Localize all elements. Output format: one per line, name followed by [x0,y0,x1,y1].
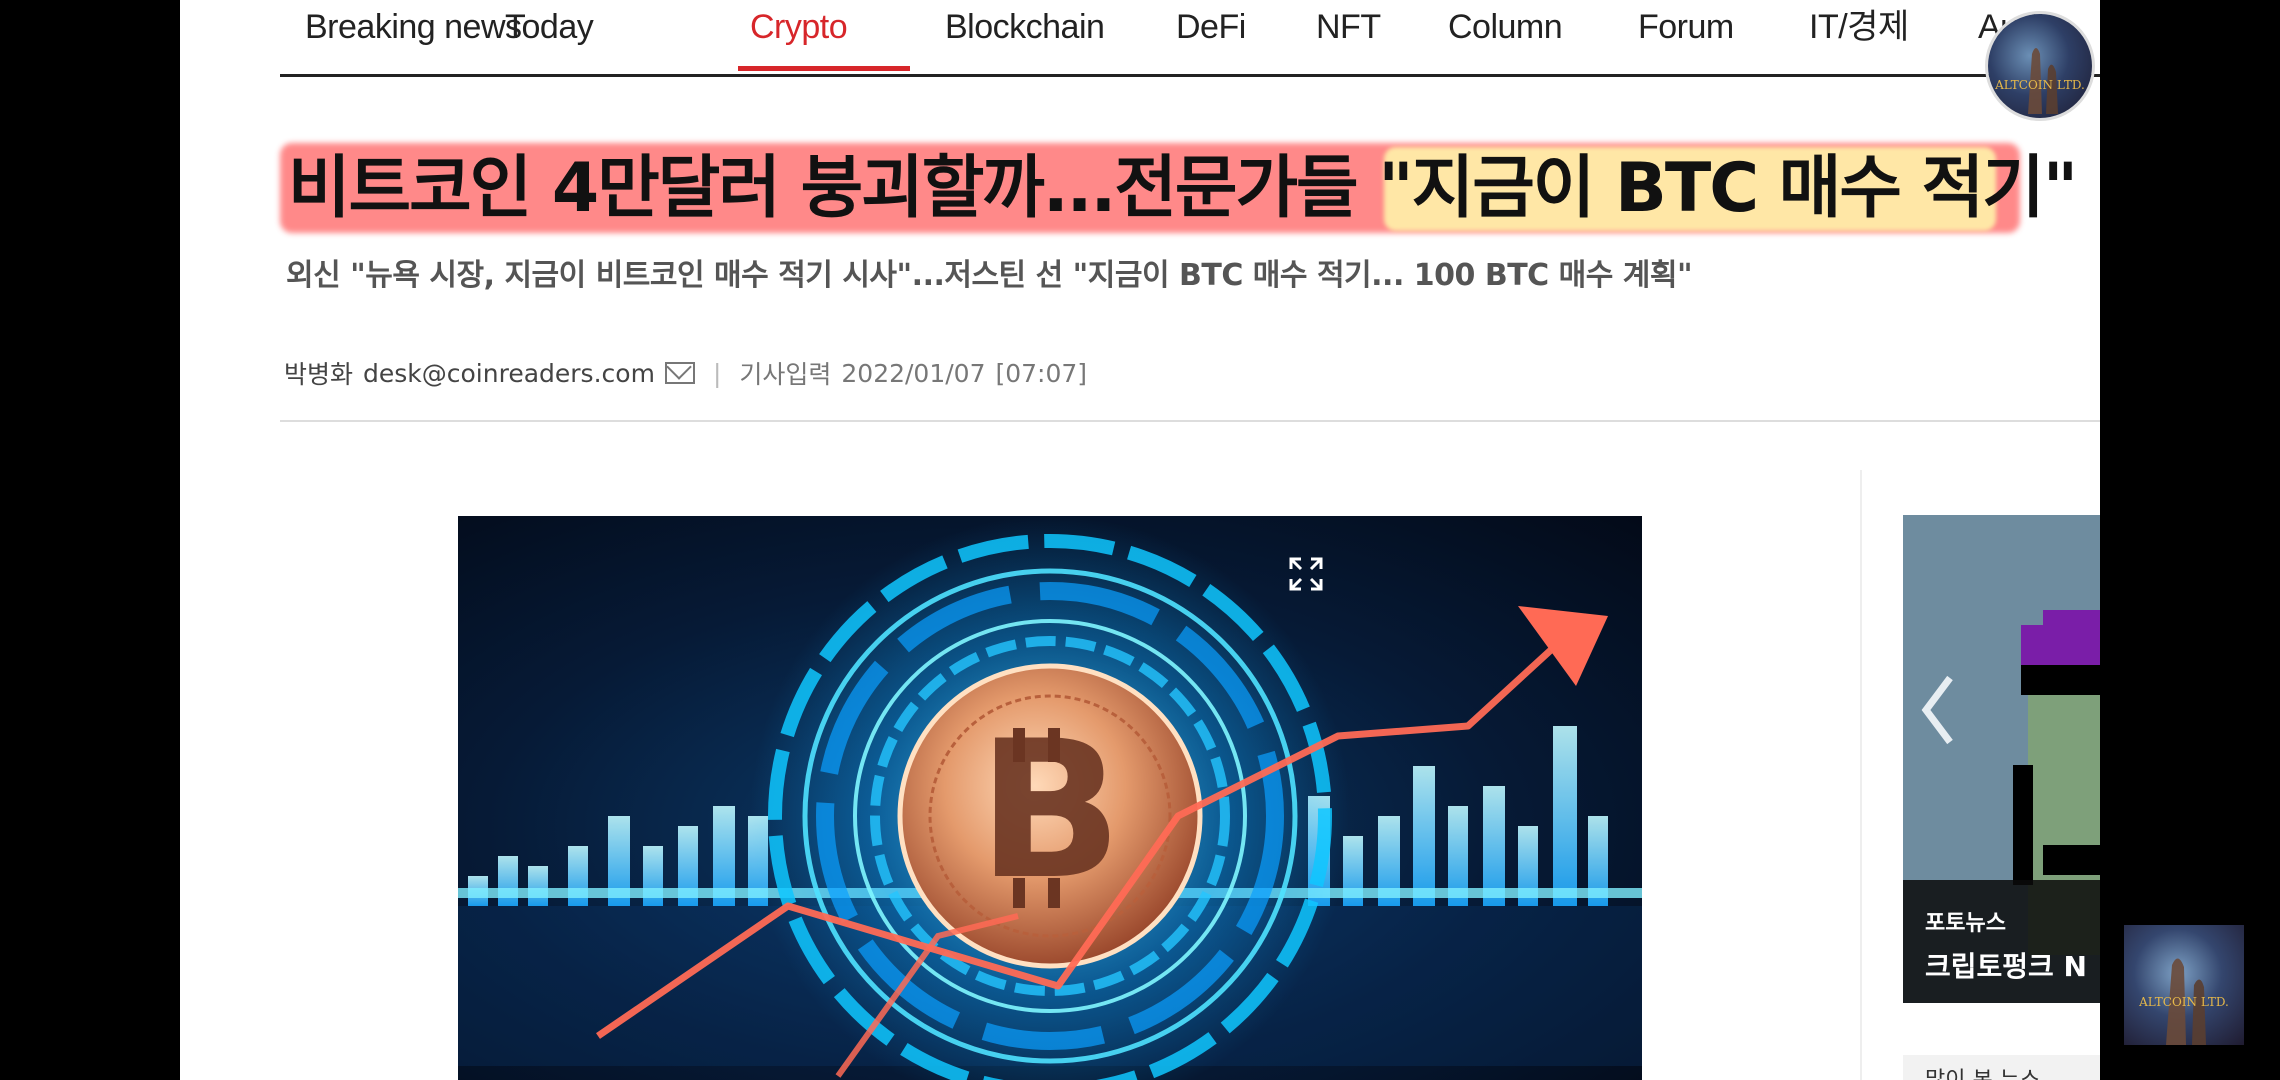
nav-item-forum[interactable]: Forum [1638,0,1734,54]
bitcoin-illustration: B [458,516,1642,1080]
headline-block: 비트코인 4만달러 붕괴할까...전문가들 "지금이 BTC 매수 적기" [280,143,2078,238]
article-hero-image[interactable]: B [458,516,1642,1080]
nav-item-nft[interactable]: NFT [1316,0,1381,54]
chevron-left-icon[interactable] [1918,670,1958,750]
nav-item-breaking-news[interactable]: Breaking news [305,0,522,54]
nav-active-indicator [738,66,910,71]
column-divider [1860,470,1862,1080]
article-headline: 비트코인 4만달러 붕괴할까...전문가들 "지금이 BTC 매수 적기" [288,149,2078,228]
nav-item-it-economy[interactable]: IT/경제 [1809,0,1909,54]
published-time: [07:07] [995,358,1088,388]
expand-icon[interactable] [1287,555,1325,593]
nav-item-defi[interactable]: DeFi [1176,0,1246,54]
article-subheadline: 외신 "뉴욕 시장, 지금이 비트코인 매수 적기 시사"...저스틴 선 "지… [286,258,1693,293]
altcoin-logo-text: ALTCOIN LTD. [1995,78,2085,92]
altcoin-logo-text-2: ALTCOIN LTD. [2139,995,2229,1009]
popular-news-title: 많이 본 뉴스 [1925,1062,2040,1080]
altcoin-logo-bottom: ALTCOIN LTD. [2124,925,2244,1045]
published-date: 2022/01/07 [841,358,986,388]
photo-news-title[interactable]: 크립토펑크 N [1925,945,2087,985]
author-email[interactable]: desk@coinreaders.com [363,359,655,388]
byline-separator: | [712,358,722,388]
author-name: 박병화 [284,360,354,389]
mail-icon[interactable] [664,362,695,384]
category-nav: Breaking news Today Crypto Blockchain De… [280,0,2100,77]
photo-news-tag: 포토뉴스 [1925,911,2006,936]
pillars-icon [2166,958,2206,1045]
nav-item-column[interactable]: Column [1448,0,1563,54]
header-divider [280,420,2100,422]
nav-item-today[interactable]: Today [505,0,594,54]
nav-item-crypto[interactable]: Crypto [750,0,848,54]
pillars-icon [2028,48,2058,114]
nav-item-blockchain[interactable]: Blockchain [945,0,1105,54]
altcoin-logo-top: ALTCOIN LTD. [1988,14,2092,118]
article-byline: 박병화 desk@coinreaders.com | 기사입력 2022/01/… [284,355,1087,391]
news-page: Breaking news Today Crypto Blockchain De… [180,0,2100,1080]
published-label: 기사입력 [739,360,832,389]
